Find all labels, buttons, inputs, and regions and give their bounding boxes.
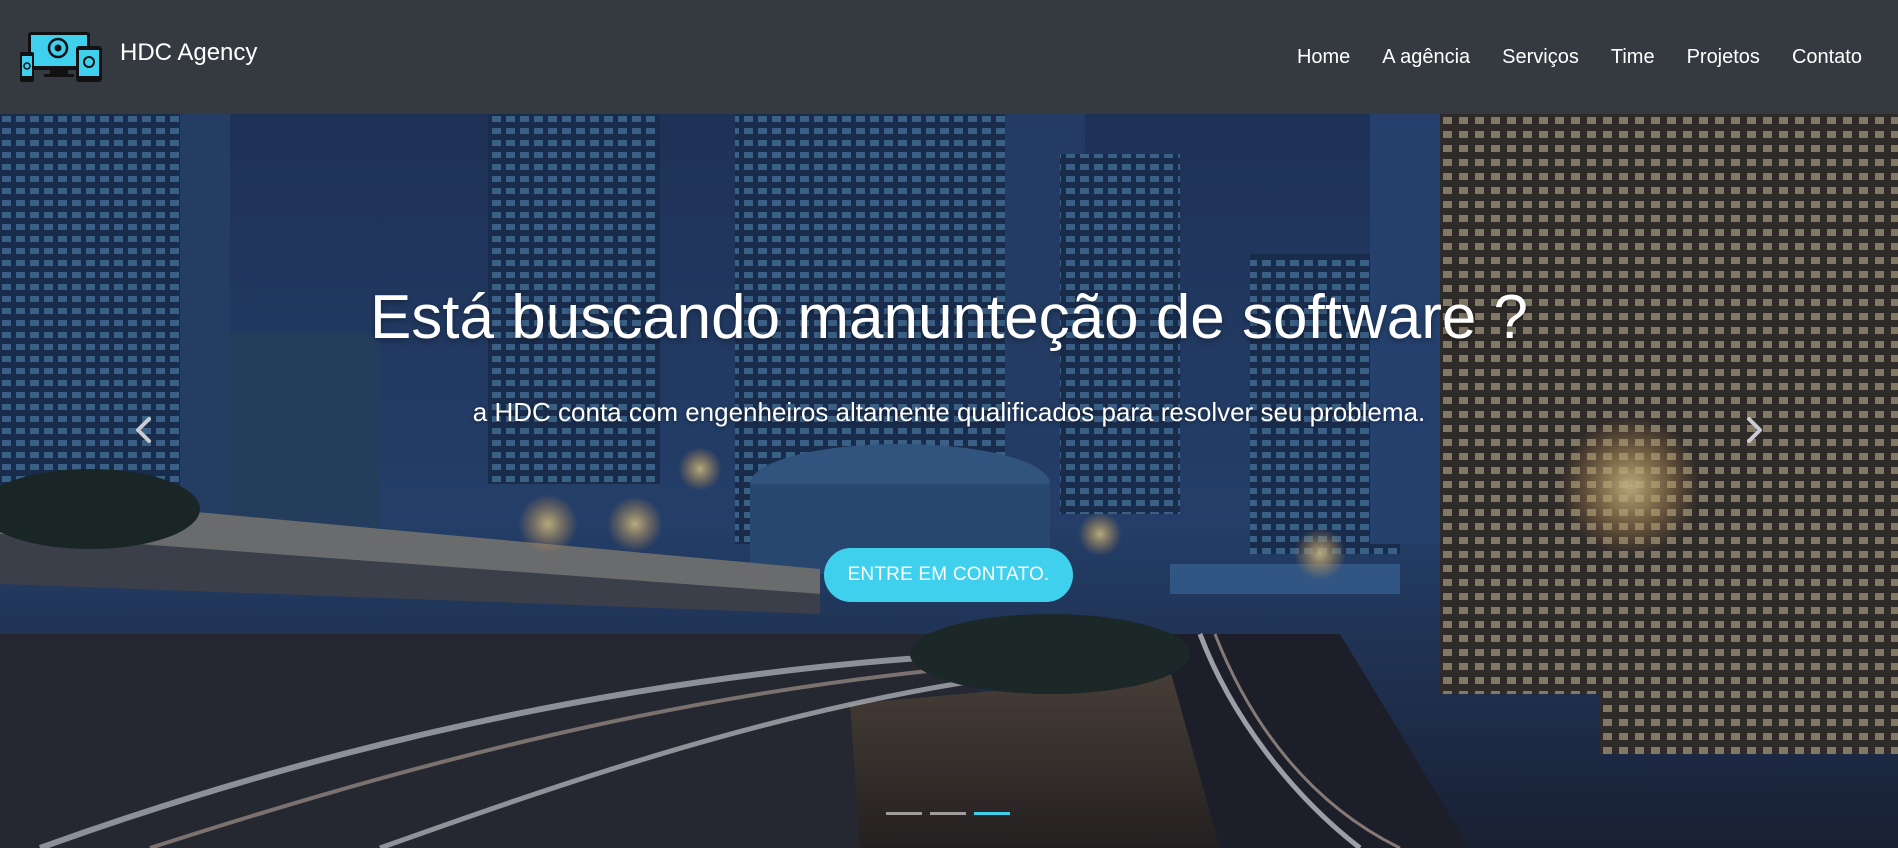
carousel-prev-button[interactable]: [128, 410, 158, 450]
nav-link-home[interactable]: Home: [1297, 46, 1350, 68]
nav-item: Contato: [1792, 46, 1862, 69]
nav-link-agencia[interactable]: A agência: [1382, 46, 1470, 68]
navbar: HDC Agency Home A agência Serviços Time …: [0, 0, 1898, 114]
chevron-right-icon: [1747, 417, 1762, 443]
carousel-indicator-2[interactable]: [930, 812, 966, 815]
carousel-indicator-1[interactable]: [886, 812, 922, 815]
hero-carousel: Está buscando manunteção de software ? a…: [0, 114, 1898, 848]
nav-link-time[interactable]: Time: [1611, 46, 1655, 68]
nav-item: Home: [1297, 46, 1350, 69]
brand-name: HDC Agency: [120, 39, 258, 66]
nav-link-projetos[interactable]: Projetos: [1687, 46, 1760, 68]
brand-link[interactable]: HDC Agency: [20, 30, 257, 84]
hero-subline: a HDC conta com engenheiros altamente qu…: [472, 397, 1426, 427]
nav-item: Time: [1611, 46, 1655, 69]
hero-dark-overlay: [0, 114, 1898, 848]
carousel-indicators: [886, 812, 1010, 815]
nav-item: A agência: [1382, 46, 1470, 69]
carousel-indicator-3[interactable]: [974, 812, 1010, 815]
devices-logo-icon: [20, 32, 102, 82]
nav-link-contato[interactable]: Contato: [1792, 46, 1862, 68]
nav-item: Serviços: [1502, 46, 1579, 69]
chevron-left-icon: [136, 417, 151, 443]
nav-menu: Home A agência Serviços Time Projetos Co…: [1265, 0, 1862, 114]
nav-item: Projetos: [1687, 46, 1760, 69]
carousel-next-button[interactable]: [1740, 410, 1770, 450]
nav-link-servicos[interactable]: Serviços: [1502, 46, 1579, 68]
contact-cta-button[interactable]: ENTRE EM CONTATO.: [824, 548, 1073, 602]
hero-headline: Está buscando manunteção de software ?: [369, 283, 1529, 352]
